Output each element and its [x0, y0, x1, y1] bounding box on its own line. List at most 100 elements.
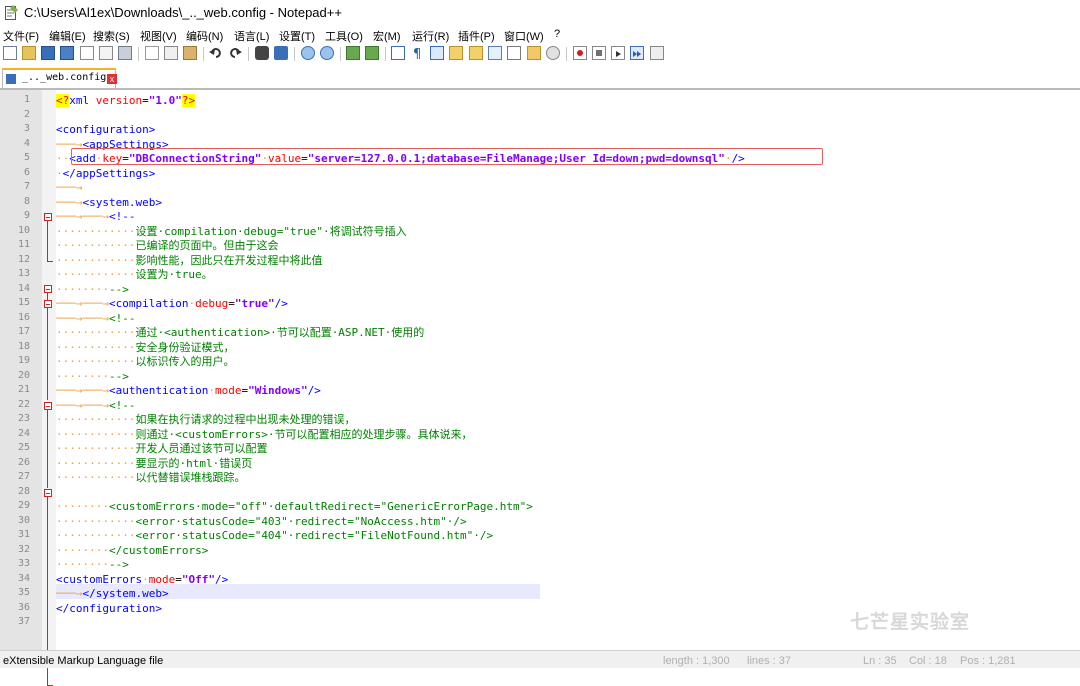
record-macro-icon[interactable] [573, 46, 587, 60]
menu-search[interactable]: 搜索(S) [93, 28, 130, 44]
code-line[interactable]: ───→───→<!-- [56, 312, 135, 326]
line-number[interactable]: 12 [0, 254, 30, 265]
line-number[interactable]: 3 [0, 123, 30, 134]
open-file-icon[interactable] [22, 46, 36, 60]
function-list-icon[interactable] [507, 46, 521, 60]
code-line[interactable]: ───→</system.web> [56, 587, 169, 601]
code-line[interactable]: ············以标识传入的用户。 [56, 355, 234, 369]
doc-map-icon[interactable] [469, 46, 483, 60]
code-line[interactable]: </configuration> [56, 602, 162, 616]
line-number[interactable]: 20 [0, 370, 30, 381]
zoom-out-icon[interactable] [320, 46, 334, 60]
line-number[interactable]: 19 [0, 355, 30, 366]
indent-guide-icon[interactable] [430, 46, 444, 60]
code-line[interactable]: <customErrors·mode="Off"/> [56, 573, 228, 587]
line-number[interactable]: 21 [0, 384, 30, 395]
code-line[interactable]: ───→ [56, 181, 83, 195]
code-editor[interactable]: <?xml version="1.0"?> <configuration> ───→… [56, 90, 1080, 650]
code-line[interactable]: ───→───→<compilation·debug="true"/> [56, 297, 288, 311]
line-number[interactable]: 2 [0, 109, 30, 120]
sync-vertical-icon[interactable] [346, 46, 360, 60]
code-line[interactable]: ············以代替错误堆栈跟踪。 [56, 471, 245, 485]
line-number[interactable]: 35 [0, 587, 30, 598]
line-number[interactable]: 18 [0, 341, 30, 352]
line-number[interactable]: 10 [0, 225, 30, 236]
line-number[interactable]: 30 [0, 515, 30, 526]
code-line[interactable]: ············开发人员通过该节可以配置 [56, 442, 267, 456]
fold-toggle-comment-3[interactable] [44, 489, 52, 497]
sync-horizontal-icon[interactable] [365, 46, 379, 60]
code-line[interactable]: ············设置·compilation·debug="true"·… [56, 225, 407, 239]
line-number[interactable]: 17 [0, 326, 30, 337]
line-number[interactable]: 7 [0, 181, 30, 192]
line-number[interactable]: 28 [0, 486, 30, 497]
code-line[interactable]: ───→───→<!-- [56, 399, 135, 413]
line-number[interactable]: 26 [0, 457, 30, 468]
tab-web-config[interactable]: _.._web.config x [2, 68, 117, 88]
zoom-in-icon[interactable] [301, 46, 315, 60]
tab-close-icon[interactable]: x [107, 74, 117, 84]
code-line[interactable]: ───→───→<authentication·mode="Windows"/> [56, 384, 321, 398]
code-line[interactable]: ············如果在执行请求的过程中出现未处理的错误， [56, 413, 355, 427]
code-line[interactable]: ············安全身份验证模式， [56, 341, 234, 355]
undo-icon[interactable] [209, 46, 223, 60]
fold-toggle-comment-2[interactable] [44, 402, 52, 410]
code-line[interactable]: ········</customErrors> [56, 544, 208, 558]
line-number[interactable]: 15 [0, 297, 30, 308]
stop-recording-icon[interactable] [592, 46, 606, 60]
code-line[interactable]: <?xml version="1.0"?> [56, 94, 196, 108]
menu-edit[interactable]: 编辑(E) [49, 28, 86, 44]
line-number[interactable]: 29 [0, 500, 30, 511]
line-number[interactable]: 9 [0, 210, 30, 221]
line-number[interactable]: 8 [0, 196, 30, 207]
cut-icon[interactable] [145, 46, 159, 60]
code-line[interactable]: ············影响性能，因此只在开发过程中将此值 [56, 254, 322, 268]
menu-help[interactable]: ? [554, 28, 560, 40]
save-macro-icon[interactable] [650, 46, 664, 60]
line-number[interactable]: 14 [0, 283, 30, 294]
menu-macro[interactable]: 宏(M) [373, 28, 401, 44]
find-icon[interactable] [255, 46, 269, 60]
line-number[interactable]: 36 [0, 602, 30, 613]
code-line[interactable]: ············<error·statusCode="404"·redi… [56, 529, 493, 543]
folder-workspace-icon[interactable] [527, 46, 541, 60]
line-number[interactable]: 4 [0, 138, 30, 149]
code-line[interactable]: ············已编译的页面中。但由于这会 [56, 239, 278, 253]
close-all-icon[interactable] [99, 46, 113, 60]
menu-tools[interactable]: 工具(O) [325, 28, 363, 44]
code-line[interactable]: ───→───→<!-- [56, 210, 135, 224]
menu-file[interactable]: 文件(F) [3, 28, 39, 44]
playback-icon[interactable] [611, 46, 625, 60]
menu-run[interactable]: 运行(R) [412, 28, 449, 44]
menu-settings[interactable]: 设置(T) [279, 28, 315, 44]
run-macro-multiple-icon[interactable] [630, 46, 644, 60]
save-all-icon[interactable] [60, 46, 74, 60]
copy-icon[interactable] [164, 46, 178, 60]
user-language-icon[interactable] [449, 46, 463, 60]
menu-language[interactable]: 语言(L) [234, 28, 269, 44]
code-line[interactable]: ───→<system.web> [56, 196, 162, 210]
code-line[interactable]: ·</appSettings> [56, 167, 155, 181]
code-line[interactable]: ········<customErrors·mode="off"·default… [56, 500, 533, 514]
redo-icon[interactable] [228, 46, 242, 60]
code-line[interactable]: ············设置为·true。 [56, 268, 213, 282]
show-all-chars-icon[interactable]: ¶ [410, 46, 424, 62]
monitoring-icon[interactable] [546, 46, 560, 60]
code-line[interactable]: <configuration> [56, 123, 155, 137]
code-line[interactable]: ········--> [56, 370, 129, 384]
menu-plugins[interactable]: 插件(P) [458, 28, 495, 44]
line-number[interactable]: 31 [0, 529, 30, 540]
line-number[interactable]: 24 [0, 428, 30, 439]
line-number[interactable]: 16 [0, 312, 30, 323]
paste-icon[interactable] [183, 46, 197, 60]
code-line[interactable]: ············通过·<authentication>·节可以配置·AS… [56, 326, 424, 340]
save-icon[interactable] [41, 46, 55, 60]
line-number[interactable]: 1 [0, 94, 30, 105]
line-number[interactable]: 23 [0, 413, 30, 424]
doc-list-icon[interactable] [488, 46, 502, 60]
line-number[interactable]: 32 [0, 544, 30, 555]
fold-margin[interactable] [42, 90, 56, 686]
line-number[interactable]: 11 [0, 239, 30, 250]
line-number[interactable]: 37 [0, 616, 30, 627]
print-icon[interactable] [118, 46, 132, 60]
